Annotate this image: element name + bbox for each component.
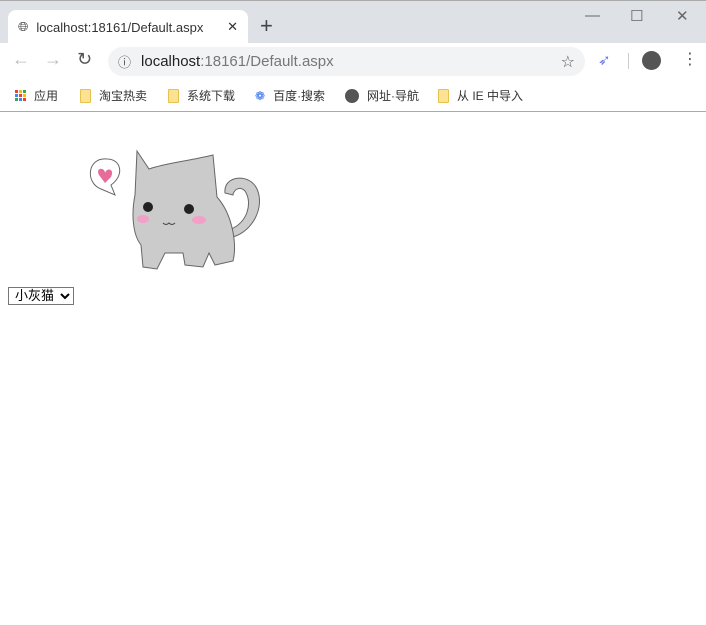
bookmark-system-download[interactable]: 系统下载 <box>168 87 235 104</box>
extension-icon[interactable]: ➶ <box>598 51 611 69</box>
maximize-button[interactable]: ☐ <box>630 7 643 25</box>
url-path: :18161/Default.aspx <box>200 53 334 70</box>
apps-icon <box>15 90 26 101</box>
bookmarks-bar: 应用 淘宝热卖 系统下载 ❁ 百度·搜索 网址·导航 从 IE 中导入 <box>0 79 706 112</box>
menu-icon[interactable]: ⋮ <box>682 49 698 69</box>
info-icon: ⓘ <box>118 55 132 70</box>
folder-icon <box>168 88 179 103</box>
bookmark-taobao[interactable]: 淘宝热卖 <box>80 87 147 104</box>
bookmark-import-ie[interactable]: 从 IE 中导入 <box>438 87 523 104</box>
folder-icon <box>80 88 91 103</box>
gray-cat-image <box>90 149 261 270</box>
bookmark-nav[interactable]: 网址·导航 <box>345 87 419 104</box>
close-window-button[interactable]: ✕ <box>676 7 689 25</box>
reload-button[interactable]: ↻ <box>77 49 92 70</box>
folder-icon <box>438 88 449 103</box>
browser-chrome: 🌐︎ localhost:18161/Default.aspx ✕ + — ☐ … <box>0 0 706 112</box>
tab-strip: 🌐︎ localhost:18161/Default.aspx ✕ + — ☐ … <box>0 1 706 44</box>
browser-tab[interactable]: 🌐︎ localhost:18161/Default.aspx ✕ <box>8 10 248 44</box>
tab-title: localhost:18161/Default.aspx <box>36 19 204 35</box>
bookmark-label: 网址·导航 <box>367 89 419 103</box>
new-tab-button[interactable]: + <box>260 13 273 39</box>
toolbar: ← → ↻ ⓘ localhost:18161/Default.aspx ☆ ➶… <box>0 43 706 79</box>
address-bar[interactable]: ⓘ localhost:18161/Default.aspx ☆ <box>108 47 585 76</box>
bookmark-label: 系统下载 <box>187 89 236 103</box>
globe-icon: 🌐︎ <box>18 19 29 34</box>
cat-select[interactable]: 小灰猫 <box>8 287 74 305</box>
profile-icon[interactable] <box>642 51 661 70</box>
minimize-button[interactable]: — <box>585 7 600 24</box>
divider <box>628 53 629 69</box>
forward-button[interactable]: → <box>44 49 62 70</box>
bookmark-label: 淘宝热卖 <box>99 89 148 103</box>
bookmark-label: 从 IE 中导入 <box>457 89 524 103</box>
bookmark-baidu[interactable]: ❁ 百度·搜索 <box>255 87 325 104</box>
tab-close-button[interactable]: ✕ <box>227 19 238 35</box>
globe-icon <box>345 88 359 103</box>
back-button[interactable]: ← <box>12 49 30 70</box>
bookmark-label: 百度·搜索 <box>273 89 326 103</box>
bookmark-star-icon[interactable]: ☆ <box>561 52 575 72</box>
bookmark-label: 应用 <box>34 89 59 103</box>
url-host: localhost <box>141 53 201 70</box>
baidu-paw-icon: ❁ <box>255 88 266 103</box>
bookmark-apps[interactable]: 应用 <box>15 87 58 104</box>
